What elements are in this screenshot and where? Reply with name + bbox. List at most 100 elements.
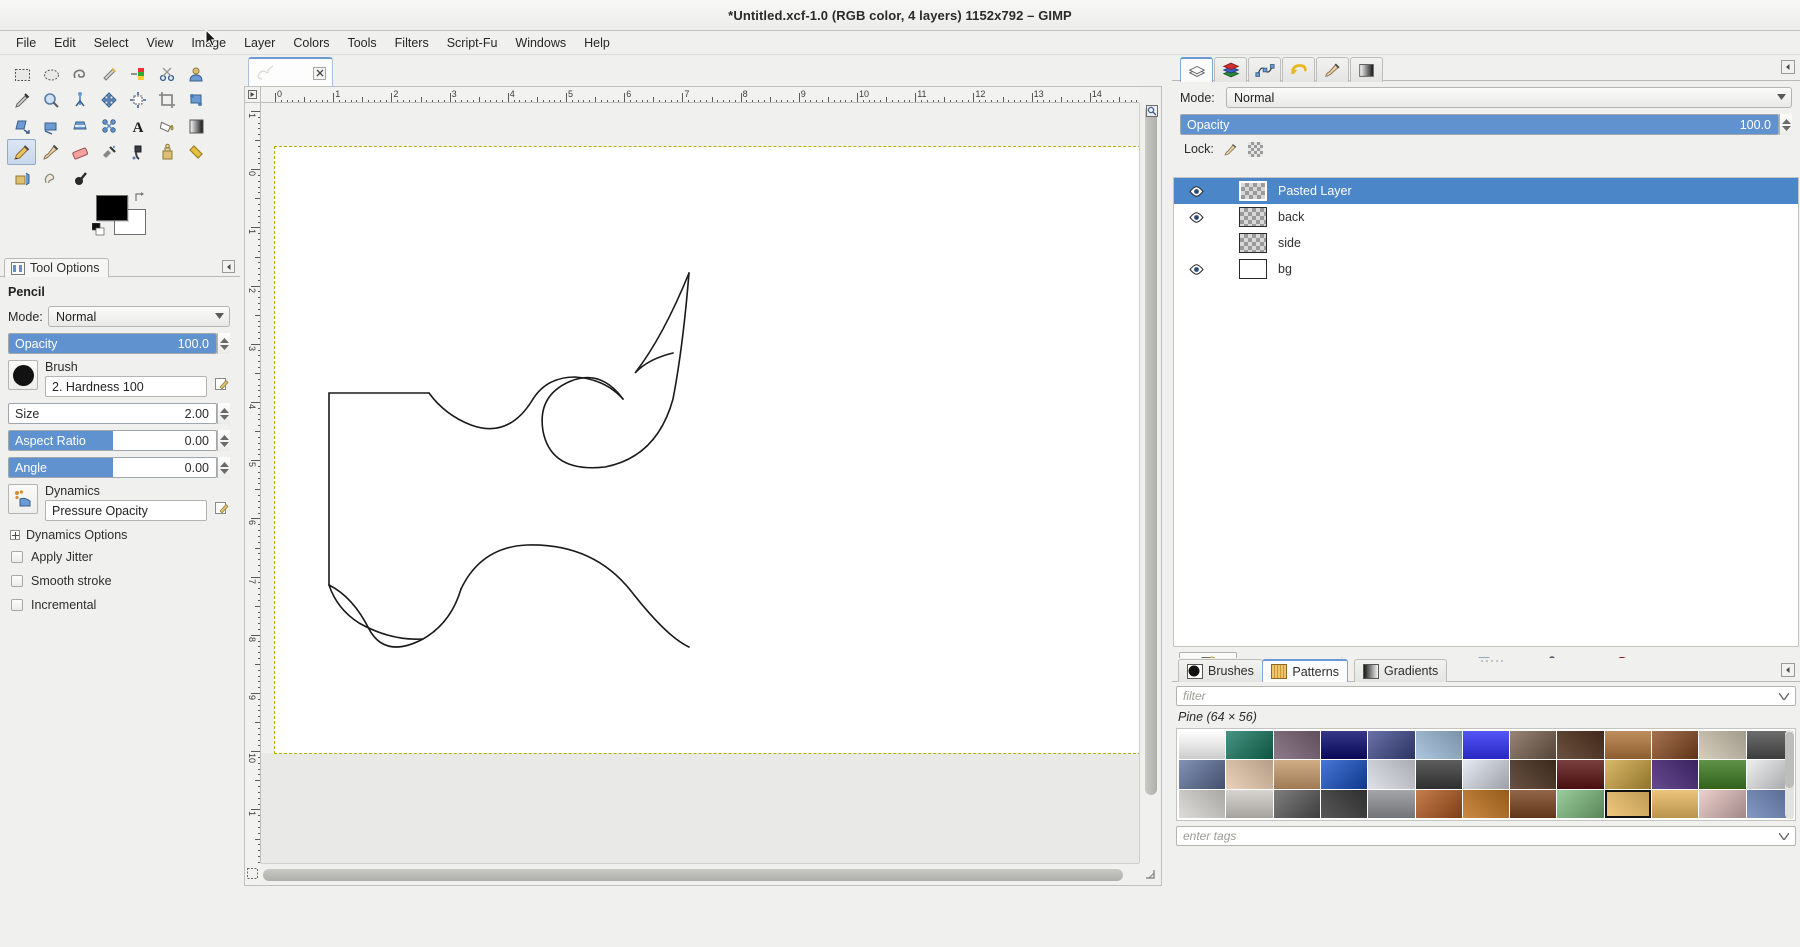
- aspect-ratio-slider[interactable]: Aspect Ratio 0.00: [8, 430, 217, 451]
- tab-brushes[interactable]: Brushes: [1178, 659, 1263, 682]
- pattern-swatch[interactable]: [1273, 760, 1320, 789]
- layer-row[interactable]: back: [1174, 204, 1798, 230]
- lock-pixels-icon[interactable]: [1223, 141, 1239, 157]
- tool-rotate[interactable]: [181, 87, 210, 113]
- pattern-swatch[interactable]: [1320, 789, 1368, 818]
- visibility-eye-icon[interactable]: [1188, 185, 1204, 197]
- pattern-swatch[interactable]: [1604, 789, 1652, 818]
- pattern-swatch[interactable]: [1652, 760, 1699, 789]
- tab-gradient[interactable]: [1350, 57, 1383, 82]
- canvas-horizontal-scrollbar[interactable]: [261, 863, 1139, 885]
- menu-item-view[interactable]: View: [137, 33, 182, 53]
- angle-slider[interactable]: Angle 0.00: [8, 457, 217, 478]
- pattern-grid[interactable]: [1176, 728, 1796, 821]
- image-canvas[interactable]: [274, 146, 1139, 754]
- layer-mode-select[interactable]: Normal: [1226, 87, 1792, 108]
- layer-opacity-slider[interactable]: Opacity 100.0: [1180, 114, 1779, 135]
- brush-preview[interactable]: [8, 360, 38, 390]
- swap-colors-icon[interactable]: [134, 191, 147, 204]
- layer-name-label[interactable]: Pasted Layer: [1270, 184, 1352, 198]
- pattern-swatch[interactable]: [1462, 731, 1510, 760]
- menu-item-edit[interactable]: Edit: [45, 33, 85, 53]
- layer-visibility-toggle[interactable]: [1182, 185, 1210, 197]
- tab-layers[interactable]: [1180, 57, 1213, 82]
- pattern-swatch[interactable]: [1368, 731, 1415, 760]
- dynamics-options-expander[interactable]: Dynamics Options: [10, 528, 230, 542]
- pattern-swatch[interactable]: [1510, 789, 1557, 818]
- layer-row[interactable]: bg: [1174, 256, 1798, 282]
- tool-fuzzy-select[interactable]: [94, 61, 123, 87]
- tab-patterns[interactable]: Patterns: [1262, 659, 1348, 682]
- menu-item-script-fu[interactable]: Script-Fu: [438, 33, 507, 53]
- layers-dock-menu-button[interactable]: [1781, 60, 1795, 74]
- pattern-swatch[interactable]: [1273, 789, 1320, 818]
- aspect-ratio-stepper[interactable]: [217, 430, 230, 451]
- patterns-dock-menu-button[interactable]: [1781, 663, 1795, 677]
- tool-free-select[interactable]: [65, 61, 94, 87]
- tab-undo-history[interactable]: [1282, 57, 1315, 82]
- pattern-swatch[interactable]: [1226, 789, 1273, 818]
- pattern-swatch[interactable]: [1368, 789, 1415, 818]
- tool-options-menu-button[interactable]: [222, 260, 235, 273]
- tool-smudge[interactable]: [36, 165, 65, 191]
- tool-gradient[interactable]: [181, 113, 210, 139]
- color-swatch-area[interactable]: [92, 192, 152, 243]
- pattern-swatch[interactable]: [1699, 789, 1746, 818]
- checkbox-icon[interactable]: [11, 551, 23, 563]
- tool-scissors-select[interactable]: [152, 61, 181, 87]
- edit-dynamics-icon[interactable]: [214, 500, 230, 516]
- tool-paintbrush[interactable]: [36, 139, 65, 165]
- menu-item-layer[interactable]: Layer: [235, 33, 284, 53]
- tab-tool-options[interactable]: Tool Options: [4, 258, 110, 278]
- pattern-swatch[interactable]: [1415, 731, 1462, 760]
- pattern-swatch[interactable]: [1510, 731, 1557, 760]
- pattern-swatch[interactable]: [1226, 760, 1273, 789]
- tool-perspective[interactable]: [65, 113, 94, 139]
- pattern-swatch[interactable]: [1415, 760, 1462, 789]
- tool-select-by-color[interactable]: [123, 61, 152, 87]
- tool-move[interactable]: [94, 87, 123, 113]
- close-tab-button[interactable]: [313, 66, 326, 80]
- menu-item-image[interactable]: Image: [182, 33, 235, 53]
- menu-item-windows[interactable]: Windows: [506, 33, 575, 53]
- tool-crop[interactable]: [152, 87, 181, 113]
- pattern-swatch[interactable]: [1462, 789, 1510, 818]
- opacity-slider[interactable]: Opacity 100.0: [8, 333, 217, 354]
- tool-airbrush[interactable]: [94, 139, 123, 165]
- checkbox-icon[interactable]: [11, 575, 23, 587]
- tool-rect-select[interactable]: [7, 61, 36, 87]
- tool-eraser[interactable]: [65, 139, 94, 165]
- ruler-origin-button[interactable]: [245, 87, 261, 103]
- tool-heal[interactable]: [181, 139, 210, 165]
- tool-foreground-select[interactable]: [181, 61, 210, 87]
- pattern-swatch[interactable]: [1510, 760, 1557, 789]
- zoom-navigation-icon[interactable]: [1145, 104, 1159, 118]
- opacity-stepper[interactable]: [217, 333, 230, 354]
- visibility-eye-icon[interactable]: [1188, 263, 1204, 275]
- checkbox-row-apply-jitter[interactable]: Apply Jitter: [11, 550, 230, 564]
- tool-alignment[interactable]: [123, 87, 152, 113]
- pattern-swatch[interactable]: [1179, 731, 1226, 760]
- vertical-scroll-thumb[interactable]: [1145, 105, 1157, 795]
- pattern-swatch[interactable]: [1652, 731, 1699, 760]
- pattern-swatch[interactable]: [1557, 789, 1604, 818]
- tool-measure[interactable]: [65, 87, 94, 113]
- pattern-swatch[interactable]: [1179, 760, 1226, 789]
- tab-paths[interactable]: [1248, 57, 1281, 82]
- tool-ink[interactable]: [123, 139, 152, 165]
- layer-name-label[interactable]: bg: [1270, 262, 1292, 276]
- mode-select[interactable]: Normal: [48, 306, 230, 327]
- pattern-swatch[interactable]: [1557, 731, 1604, 760]
- pattern-swatch[interactable]: [1462, 760, 1510, 789]
- tool-shear[interactable]: [36, 113, 65, 139]
- pattern-swatch[interactable]: [1226, 731, 1273, 760]
- menu-item-colors[interactable]: Colors: [284, 33, 338, 53]
- tab-channels[interactable]: [1214, 57, 1247, 82]
- pattern-swatch[interactable]: [1415, 789, 1462, 818]
- dynamics-preview[interactable]: [8, 484, 38, 514]
- size-slider[interactable]: Size 2.00: [8, 403, 217, 424]
- pattern-filter-field[interactable]: filter: [1176, 686, 1796, 706]
- layer-row[interactable]: side: [1174, 230, 1798, 256]
- layer-visibility-toggle[interactable]: [1182, 263, 1210, 275]
- layer-row[interactable]: Pasted Layer: [1174, 178, 1798, 204]
